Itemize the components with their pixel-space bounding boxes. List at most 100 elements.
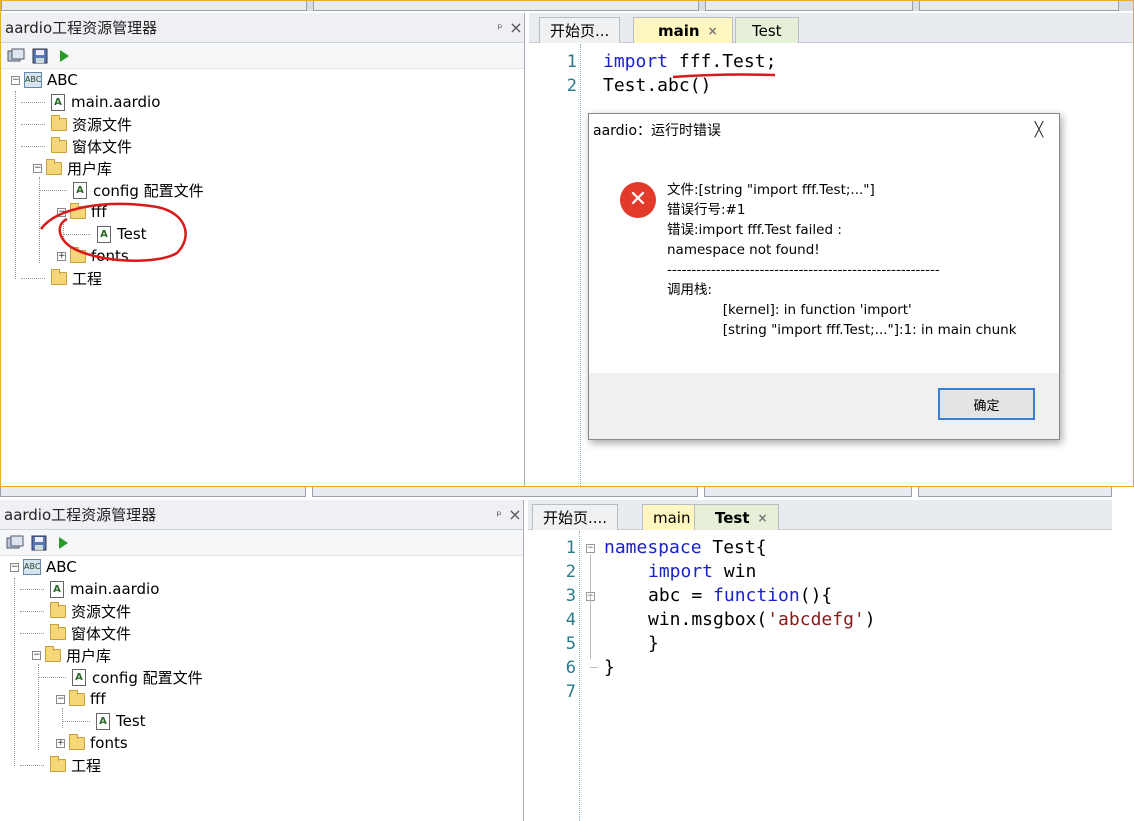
expand-icon[interactable]: + [57, 251, 66, 261]
tree-node-test[interactable]: A Test [97, 223, 147, 245]
tree-node-resources[interactable]: 资源文件 [50, 600, 131, 622]
tab-label: 开始页... [550, 22, 610, 40]
menu-window[interactable] [918, 487, 1112, 497]
folder-icon [46, 158, 62, 175]
tree-node-root[interactable]: − ABC ABC [11, 69, 78, 91]
tree-node-config[interactable]: Aconfig 配置文件 [72, 666, 203, 688]
tree-node-fonts[interactable]: + fonts [57, 245, 129, 267]
run-icon[interactable] [55, 47, 73, 65]
code-text: fff.Test; [668, 51, 777, 72]
folder-icon [45, 645, 61, 662]
tree-node-resources[interactable]: 资源文件 [51, 113, 132, 135]
line-number: 2 [565, 562, 576, 582]
menu-edit[interactable] [312, 487, 698, 497]
close-icon[interactable]: × [508, 18, 524, 37]
run-icon[interactable] [54, 534, 72, 552]
tree-node-userlib[interactable]: − 用户库 [33, 157, 112, 179]
panel-toolbar [0, 530, 523, 556]
tab-main[interactable]: main × [633, 17, 733, 43]
code-editor: 开始页.... main Test × 1 2 3 4 5 6 7 − − nam… [528, 500, 1134, 821]
pin-icon[interactable]: ᵖ [491, 508, 507, 522]
save-icon[interactable] [30, 534, 48, 552]
keyword: import [648, 561, 714, 582]
code-area[interactable]: 1 2 3 4 5 6 7 − − namespace Test{ import… [528, 531, 1134, 821]
tree-node-main[interactable]: Amain.aardio [51, 91, 160, 113]
aardio-file-icon: A [72, 668, 86, 686]
tree-label: fff [91, 203, 107, 221]
dialog-titlebar: aardio：运行时错误 ╳ [589, 114, 1059, 146]
tree-node-test[interactable]: A Test [96, 710, 146, 732]
tab-test[interactable]: Test × [694, 504, 779, 530]
tree-label: Test [116, 712, 146, 730]
code-line: import fff.Test; [603, 51, 776, 72]
tree-node-fonts[interactable]: + fonts [56, 732, 128, 754]
code-line: namespace Test{ [604, 537, 767, 558]
menu-design[interactable] [704, 487, 912, 497]
tree-node-main[interactable]: Amain.aardio [50, 578, 159, 600]
tab-start-page[interactable]: 开始页.... [532, 504, 619, 530]
panel-title: aardio工程资源管理器 [5, 19, 158, 37]
menu-window[interactable] [919, 1, 1119, 11]
code-line: } [648, 633, 659, 654]
menu-view[interactable] [0, 487, 306, 497]
code-line: import win [648, 561, 756, 582]
tree-node-forms[interactable]: 窗体文件 [51, 135, 132, 157]
collapse-icon[interactable]: − [10, 562, 19, 572]
code-text: } [648, 633, 659, 654]
tree-node-project[interactable]: 工程 [51, 267, 102, 289]
dialog-footer: 确定 [589, 373, 1059, 439]
collapse-icon[interactable]: − [11, 75, 20, 85]
pin-icon[interactable]: ᵖ [492, 21, 508, 35]
tab-start-page[interactable]: 开始页... [539, 17, 621, 43]
ok-button[interactable]: 确定 [938, 388, 1035, 420]
collapse-icon[interactable]: − [33, 163, 42, 173]
close-tab-icon[interactable]: × [708, 24, 718, 38]
tree-node-forms[interactable]: 窗体文件 [50, 622, 131, 644]
tree-label: 用户库 [67, 159, 113, 178]
menu-design[interactable] [705, 1, 913, 11]
open-project-icon[interactable] [7, 47, 25, 65]
project-tree: − ABC ABC Amain.aardio 资源文件 窗体文件 − 用户库 Acon… [1, 69, 524, 479]
tree-node-fff[interactable]: − fff [57, 201, 107, 223]
menu-edit[interactable] [313, 1, 699, 11]
expand-icon[interactable]: + [56, 738, 65, 748]
bottom-screenshot: aardio工程资源管理器 ᵖ × − ABC ABC Amain.aardio 资… [0, 487, 1134, 821]
tab-label: main [653, 508, 691, 527]
tree-node-fff[interactable]: − fff [56, 688, 106, 710]
line-number: 3 [565, 586, 576, 606]
folder-icon [51, 114, 67, 131]
code-text: win.msgbox( [648, 609, 768, 630]
dialog-title: aardio：运行时错误 [593, 123, 722, 139]
collapse-icon[interactable]: − [56, 694, 65, 704]
tab-main[interactable]: main [642, 504, 702, 530]
open-project-icon[interactable] [6, 534, 24, 552]
tree-node-config[interactable]: Aconfig 配置文件 [73, 179, 204, 201]
tree-node-project[interactable]: 工程 [50, 754, 101, 776]
save-icon[interactable] [31, 47, 49, 65]
collapse-icon[interactable]: − [57, 207, 66, 217]
dialog-close-icon[interactable]: ╳ [1019, 122, 1059, 138]
tree-label: config 配置文件 [93, 181, 204, 200]
tree-label: fff [90, 690, 106, 708]
line-number: 1 [565, 538, 576, 558]
error-message: 文件:[string "import fff.Test;..."] 错误行号:#… [667, 182, 1017, 338]
tree-label: fonts [90, 734, 128, 752]
close-icon[interactable]: × [507, 505, 523, 524]
tree-label: 工程 [71, 756, 102, 775]
panel-header: aardio工程资源管理器 ᵖ × [0, 500, 523, 530]
tree-node-userlib[interactable]: − 用户库 [32, 644, 111, 666]
aardio-file-icon: A [51, 93, 65, 111]
tree-label: main.aardio [70, 580, 160, 598]
fold-icon[interactable]: − [586, 544, 595, 553]
code-text: } [604, 657, 615, 678]
tab-test[interactable]: Test [735, 17, 799, 43]
panel-title: aardio工程资源管理器 [4, 506, 157, 524]
aardio-file-icon: A [73, 181, 87, 199]
collapse-icon[interactable]: − [32, 650, 41, 660]
string-literal: 'abcdefg' [767, 609, 865, 630]
menu-view[interactable] [1, 1, 307, 11]
tree-label: 工程 [72, 269, 103, 288]
tree-node-root[interactable]: − ABC ABC [10, 556, 77, 578]
tab-label: 开始页.... [543, 509, 608, 527]
close-tab-icon[interactable]: × [758, 511, 768, 525]
